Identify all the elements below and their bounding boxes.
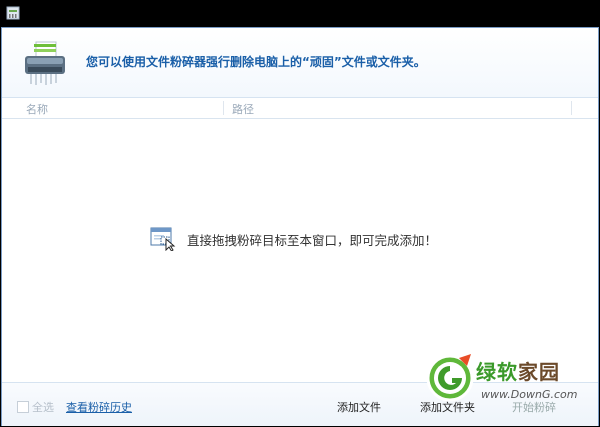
column-divider[interactable] xyxy=(223,101,224,115)
title-bar[interactable] xyxy=(0,0,600,27)
column-name[interactable]: 名称 xyxy=(26,101,48,117)
shredder-icon xyxy=(25,41,65,85)
drop-hint: 直接拖拽粉碎目标至本窗口，即可完成添加！ xyxy=(150,227,437,251)
header-message: 您可以使用文件粉碎器强行删除电脑上的“顽固”文件或文件夹。 xyxy=(86,55,426,69)
watermark-url: www.DownG.com xyxy=(481,388,578,401)
app-icon xyxy=(6,6,20,20)
file-list[interactable]: 直接拖拽粉碎目标至本窗口，即可完成添加！ xyxy=(2,119,598,381)
list-column-header: 名称 路径 xyxy=(2,98,598,119)
drop-hint-text: 直接拖拽粉碎目标至本窗口，即可完成添加！ xyxy=(187,232,438,248)
watermark-brand-green: 绿软 xyxy=(476,360,518,384)
drag-into-window-icon xyxy=(150,227,176,251)
shredder-window: 您可以使用文件粉碎器强行删除电脑上的“顽固”文件或文件夹。 名称 路径 直接拖拽… xyxy=(0,0,600,427)
watermark-brand-home: 家园 xyxy=(518,360,560,384)
view-history-link[interactable]: 查看粉碎历史 xyxy=(66,399,132,415)
column-divider[interactable] xyxy=(571,101,572,115)
watermark-logo-icon xyxy=(426,354,474,402)
column-path[interactable]: 路径 xyxy=(232,101,254,117)
select-all-checkbox[interactable] xyxy=(17,401,29,413)
watermark-brand: 绿软家园 xyxy=(476,356,560,385)
select-all-label[interactable]: 全选 xyxy=(32,399,54,415)
add-file-button[interactable]: 添加文件 xyxy=(337,399,381,415)
site-watermark: 绿软家园 www.DownG.com xyxy=(423,350,599,414)
info-header: 您可以使用文件粉碎器强行删除电脑上的“顽固”文件或文件夹。 xyxy=(2,28,598,98)
